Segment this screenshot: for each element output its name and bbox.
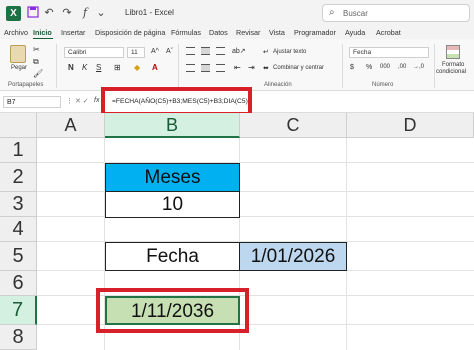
tab-acrobat[interactable]: Acrobat bbox=[376, 28, 401, 37]
align-bottom-icon[interactable] bbox=[216, 47, 225, 55]
orientation-icon[interactable]: ab↗ bbox=[232, 47, 246, 55]
wrap-text-icon: ↵ bbox=[263, 49, 269, 56]
tab-programador[interactable]: Programador bbox=[294, 28, 336, 37]
row-header-6[interactable]: 6 bbox=[0, 271, 37, 296]
merge-center-icon: ⬌ bbox=[263, 65, 269, 72]
formula-highlight-box bbox=[101, 87, 252, 116]
font-size-select[interactable]: 11 bbox=[127, 47, 145, 58]
row-header-1[interactable]: 1 bbox=[0, 138, 37, 163]
cut-icon[interactable]: ✂ bbox=[33, 45, 40, 54]
clipboard-group-label: Portapapeles bbox=[8, 82, 44, 88]
bold-button[interactable]: N bbox=[68, 63, 74, 72]
fill-color-icon[interactable]: ◆ bbox=[134, 63, 140, 72]
conditional-format-label-1[interactable]: Formato bbox=[442, 62, 464, 68]
tab-revisar[interactable]: Revisar bbox=[236, 28, 260, 37]
number-group-label: Número bbox=[372, 82, 394, 88]
italic-button[interactable]: K bbox=[82, 63, 87, 72]
select-all-corner[interactable] bbox=[0, 113, 37, 138]
ribbon-separator bbox=[178, 44, 179, 88]
undo-icon[interactable]: ↶ bbox=[42, 6, 56, 20]
spreadsheet-grid: A B C D 1 2 3 4 5 6 7 8 Meses 10 Fecha 1… bbox=[0, 113, 474, 350]
align-right-icon[interactable] bbox=[216, 64, 225, 72]
tab-formulas[interactable]: Fórmulas bbox=[171, 28, 201, 37]
fx-icon[interactable]: fx bbox=[94, 97, 99, 104]
column-header-a[interactable]: A bbox=[37, 113, 105, 138]
thousands-button[interactable]: 000 bbox=[380, 64, 390, 70]
cell-b5[interactable]: Fecha bbox=[105, 242, 240, 271]
tab-datos[interactable]: Datos bbox=[209, 28, 228, 37]
align-center-icon[interactable] bbox=[201, 64, 210, 72]
alignment-group-label: Alineación bbox=[264, 82, 292, 88]
search-placeholder: Buscar bbox=[343, 9, 368, 18]
tab-ayuda[interactable]: Ayuda bbox=[345, 28, 365, 37]
tab-vista[interactable]: Vista bbox=[269, 28, 285, 37]
search-box[interactable]: ⌕ Buscar bbox=[322, 4, 470, 22]
align-top-icon[interactable] bbox=[186, 47, 195, 55]
merge-center-button[interactable]: Combinar y centrar bbox=[273, 65, 324, 71]
font-name-select[interactable]: Calibri bbox=[64, 47, 124, 58]
search-icon: ⌕ bbox=[329, 7, 335, 18]
title-bar: X ↶ ↷ f ⌄ Libro1 - Excel ⌕ Buscar bbox=[0, 0, 474, 27]
cell-b2[interactable]: Meses bbox=[105, 163, 240, 192]
cell-c5[interactable]: 1/01/2026 bbox=[239, 242, 347, 271]
window-title: Libro1 - Excel bbox=[125, 8, 174, 17]
wrap-text-button[interactable]: Ajustar texto bbox=[273, 49, 306, 55]
tab-inicio[interactable]: Inicio bbox=[33, 28, 52, 37]
formula-bar-icons: ⋮ ✕ ✓ bbox=[66, 98, 89, 105]
increase-decimal-button[interactable]: ,00 bbox=[398, 64, 406, 70]
ribbon-separator bbox=[342, 44, 343, 88]
decrease-indent-icon[interactable]: ⇤ bbox=[234, 63, 241, 72]
row-header-8[interactable]: 8 bbox=[0, 325, 37, 350]
borders-icon[interactable]: ⊞ bbox=[114, 63, 121, 72]
paste-icon[interactable] bbox=[10, 45, 26, 63]
number-format-select[interactable]: Fecha bbox=[349, 47, 429, 58]
chevron-down-icon[interactable]: ⌄ bbox=[94, 6, 108, 20]
tab-disposicion[interactable]: Disposición de página bbox=[95, 28, 165, 37]
font-color-icon[interactable]: A bbox=[152, 63, 158, 72]
column-header-b[interactable]: B bbox=[105, 113, 240, 138]
excel-logo-icon: X bbox=[6, 6, 21, 21]
result-highlight-box bbox=[96, 288, 249, 333]
increase-indent-icon[interactable]: ⇥ bbox=[248, 63, 255, 72]
row-header-5[interactable]: 5 bbox=[0, 242, 37, 271]
column-header-d[interactable]: D bbox=[347, 113, 474, 138]
menu-bar: Archivo Inicio Insertar Disposición de p… bbox=[0, 27, 474, 40]
column-header-c[interactable]: C bbox=[240, 113, 347, 138]
copy-icon[interactable]: ⧉ bbox=[33, 57, 39, 67]
conditional-format-label-2[interactable]: condicional bbox=[436, 69, 466, 75]
row-header-4[interactable]: 4 bbox=[0, 217, 37, 242]
grow-font-button[interactable]: A^ bbox=[151, 48, 159, 55]
conditional-format-icon[interactable] bbox=[446, 45, 460, 59]
tab-insertar[interactable]: Insertar bbox=[61, 28, 85, 37]
save-icon[interactable] bbox=[26, 6, 40, 20]
paste-button-label[interactable]: Pegar bbox=[11, 65, 27, 71]
ribbon: Pegar ✂ ⧉ 🖌 Portapapeles Calibri 11 A^ A… bbox=[0, 39, 474, 91]
percent-button[interactable]: % bbox=[366, 64, 372, 71]
currency-button[interactable]: $ bbox=[350, 64, 354, 71]
tab-archivo[interactable]: Archivo bbox=[4, 28, 28, 37]
redo-icon[interactable]: ↷ bbox=[60, 6, 74, 20]
align-middle-icon[interactable] bbox=[201, 47, 210, 55]
cell-b3[interactable]: 10 bbox=[105, 191, 240, 218]
function-icon[interactable]: f bbox=[78, 6, 92, 20]
name-box[interactable]: B7 bbox=[3, 96, 61, 108]
row-header-2[interactable]: 2 bbox=[0, 163, 37, 192]
ribbon-separator bbox=[434, 44, 435, 88]
decrease-decimal-button[interactable]: →,0 bbox=[413, 64, 424, 70]
ribbon-separator bbox=[56, 44, 57, 88]
align-left-icon[interactable] bbox=[186, 64, 195, 72]
underline-button[interactable]: S bbox=[96, 63, 101, 72]
row-header-7[interactable]: 7 bbox=[0, 296, 37, 325]
row-header-3[interactable]: 3 bbox=[0, 192, 37, 217]
shrink-font-button[interactable]: Aˇ bbox=[166, 48, 173, 55]
format-painter-icon[interactable]: 🖌 bbox=[33, 69, 43, 78]
